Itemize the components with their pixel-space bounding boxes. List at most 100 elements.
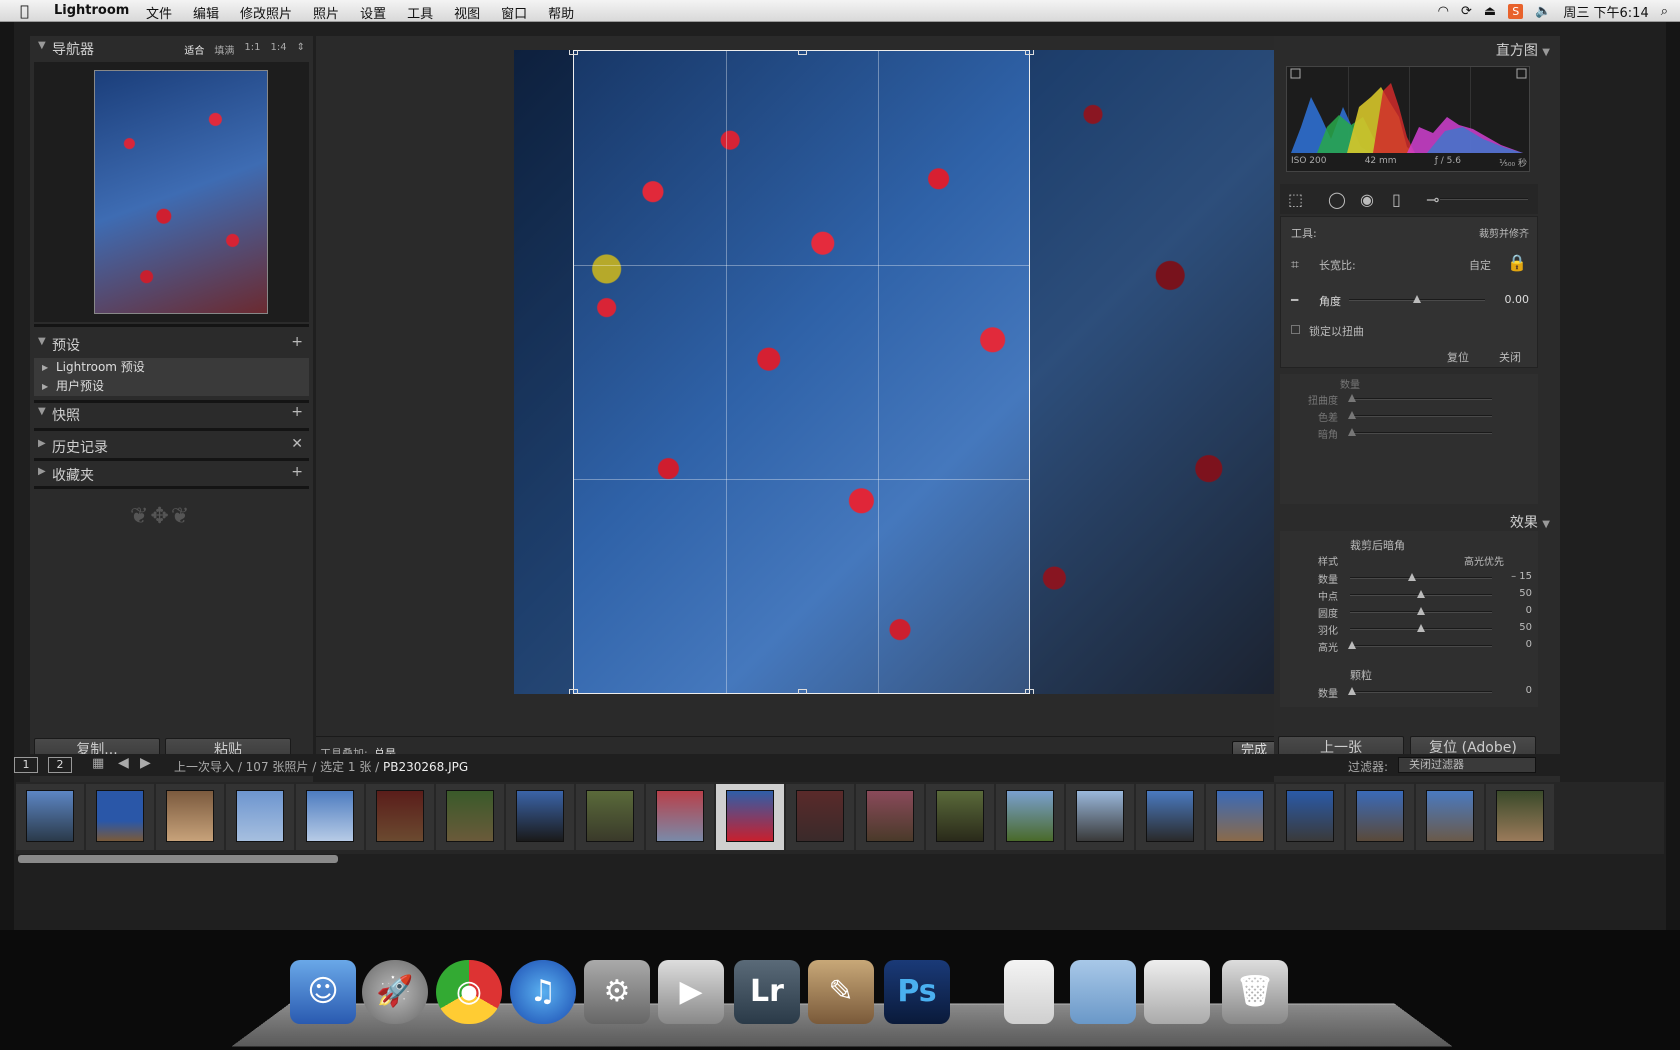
filter-select[interactable]: 关闭过滤器 bbox=[1398, 757, 1536, 773]
launchpad-icon[interactable]: 🚀 bbox=[362, 960, 428, 1024]
navigator-preview[interactable] bbox=[94, 70, 268, 314]
presets-header[interactable]: ▼ 预设 + bbox=[30, 332, 313, 356]
vignette-highlights-value[interactable]: 0 bbox=[1492, 639, 1532, 650]
lens-vignette-slider[interactable] bbox=[1348, 428, 1492, 436]
main-photo[interactable] bbox=[514, 50, 1286, 694]
straighten-tool-icon[interactable]: ━ bbox=[1291, 293, 1298, 307]
vignette-highlights-slider[interactable] bbox=[1348, 641, 1492, 649]
crop-handle-bottom[interactable] bbox=[798, 689, 807, 694]
effects-header[interactable]: 效果 ▼ bbox=[1510, 512, 1550, 532]
crop-handle-bl[interactable] bbox=[569, 689, 578, 694]
ca-slider[interactable] bbox=[1348, 411, 1492, 419]
filmstrip-thumb[interactable] bbox=[786, 784, 854, 850]
vignette-midpoint-slider[interactable] bbox=[1350, 590, 1492, 598]
zoom-1-4[interactable]: 1:4 bbox=[271, 42, 287, 57]
system-preferences-icon[interactable]: ⚙ bbox=[584, 960, 650, 1024]
filmstrip-thumb[interactable] bbox=[926, 784, 994, 850]
slider-knob[interactable] bbox=[1408, 573, 1416, 581]
lock-icon[interactable]: 🔒 bbox=[1507, 253, 1527, 272]
slider-knob[interactable] bbox=[1417, 590, 1425, 598]
filmstrip-thumb[interactable] bbox=[996, 784, 1064, 850]
vignette-roundness-slider[interactable] bbox=[1350, 607, 1492, 615]
app-menu[interactable]: Lightroom bbox=[54, 3, 129, 18]
vignette-midpoint-value[interactable]: 50 bbox=[1492, 588, 1532, 599]
zoom-fill[interactable]: 填满 bbox=[214, 42, 234, 57]
slider-knob[interactable] bbox=[1348, 687, 1356, 695]
slider-knob[interactable] bbox=[1348, 641, 1356, 649]
angle-slider[interactable] bbox=[1349, 295, 1485, 303]
filmstrip-thumb[interactable] bbox=[1346, 784, 1414, 850]
filmstrip-thumb[interactable] bbox=[576, 784, 644, 850]
filmstrip-thumb[interactable] bbox=[1486, 784, 1554, 850]
breadcrumb-filename[interactable]: PB230268.JPG bbox=[383, 760, 468, 774]
menu-photo[interactable]: 照片 bbox=[313, 3, 339, 22]
preset-folder-user[interactable]: 用户预设 bbox=[34, 377, 309, 396]
filmstrip-thumb[interactable] bbox=[156, 784, 224, 850]
vignette-feather-value[interactable]: 50 bbox=[1492, 622, 1532, 633]
vignette-feather-slider[interactable] bbox=[1350, 624, 1492, 632]
crop-handle-top[interactable] bbox=[798, 50, 807, 55]
crop-handle-br[interactable] bbox=[1025, 689, 1034, 694]
vignette-roundness-value[interactable]: 0 bbox=[1492, 605, 1532, 616]
slider-knob[interactable] bbox=[1348, 428, 1356, 436]
monitor-2-button[interactable]: 2 bbox=[48, 757, 72, 773]
filmstrip-thumb[interactable] bbox=[366, 784, 434, 850]
forward-arrow-icon[interactable]: ▶ bbox=[140, 755, 151, 771]
history-header[interactable]: ▶ 历史记录 ✕ bbox=[30, 434, 313, 458]
crop-handle-tl[interactable] bbox=[569, 50, 578, 55]
distortion-slider[interactable] bbox=[1348, 394, 1492, 402]
filmstrip-thumb[interactable] bbox=[506, 784, 574, 850]
menu-edit[interactable]: 编辑 bbox=[193, 3, 219, 22]
menu-settings[interactable]: 设置 bbox=[360, 3, 386, 22]
slider-knob[interactable] bbox=[1413, 295, 1421, 303]
histogram-header[interactable]: 直方图 ▼ bbox=[1496, 40, 1550, 60]
menu-window[interactable]: 窗口 bbox=[501, 3, 527, 22]
filmstrip-thumb[interactable] bbox=[226, 784, 294, 850]
filmstrip-thumb[interactable] bbox=[856, 784, 924, 850]
snapshots-header[interactable]: ▼ 快照 + bbox=[30, 402, 313, 426]
filmstrip-thumb[interactable] bbox=[1416, 784, 1484, 850]
slider-knob[interactable] bbox=[1417, 607, 1425, 615]
adjustment-brush-icon[interactable]: ⊸ bbox=[1426, 190, 1439, 209]
document-stack-icon[interactable] bbox=[1004, 960, 1054, 1024]
itunes-icon[interactable]: ♫ bbox=[510, 960, 576, 1024]
filmstrip-thumb[interactable] bbox=[1066, 784, 1134, 850]
filmstrip-scrollbar[interactable] bbox=[18, 855, 338, 863]
volume-icon[interactable]: 🔈 bbox=[1535, 4, 1551, 19]
constrain-checkbox[interactable] bbox=[1291, 325, 1300, 334]
crop-tool-icon[interactable]: ⬚ bbox=[1288, 190, 1303, 209]
trash-icon[interactable]: 🗑 bbox=[1222, 960, 1288, 1024]
menu-view[interactable]: 视图 bbox=[454, 3, 480, 22]
filmstrip-thumb[interactable] bbox=[86, 784, 154, 850]
lightroom-dock-icon[interactable]: Lr bbox=[734, 960, 800, 1024]
add-preset-icon[interactable]: + bbox=[291, 334, 303, 350]
breadcrumb[interactable]: 上一次导入 / 107 张照片 / 选定 1 张 / PB230268.JPG bbox=[174, 758, 468, 775]
apple-icon[interactable]:  bbox=[20, 2, 29, 20]
filmstrip-thumb[interactable] bbox=[646, 784, 714, 850]
chrome-icon[interactable]: ◉ bbox=[436, 960, 502, 1024]
sync-icon[interactable]: ⟳ bbox=[1461, 4, 1472, 19]
filmstrip-thumb-selected[interactable] bbox=[716, 784, 784, 850]
red-eye-icon[interactable]: ◉ bbox=[1360, 190, 1374, 209]
quicktime-icon[interactable]: ▶ bbox=[658, 960, 724, 1024]
graduated-filter-icon[interactable]: ▯ bbox=[1392, 190, 1401, 209]
slider-knob[interactable] bbox=[1348, 411, 1356, 419]
zoom-stepper-icon[interactable]: ⇕ bbox=[297, 42, 305, 57]
crop-close-button[interactable]: 关闭 bbox=[1499, 349, 1521, 365]
spot-removal-icon[interactable]: ◯ bbox=[1328, 190, 1346, 209]
monitor-1-button[interactable]: 1 bbox=[14, 757, 38, 773]
vignette-amount-slider[interactable] bbox=[1350, 573, 1492, 581]
spotlight-icon[interactable]: ⌕ bbox=[1661, 4, 1668, 19]
slider-knob[interactable] bbox=[1348, 394, 1356, 402]
filmstrip-thumb[interactable] bbox=[1276, 784, 1344, 850]
filmstrip-thumb[interactable] bbox=[16, 784, 84, 850]
brush-size-slider[interactable] bbox=[1440, 198, 1528, 200]
filmstrip-thumb[interactable] bbox=[1136, 784, 1204, 850]
grain-amount-slider[interactable] bbox=[1348, 687, 1492, 695]
zoom-1-1[interactable]: 1:1 bbox=[244, 42, 260, 57]
crop-rectangle[interactable] bbox=[569, 50, 1034, 694]
grid-view-icon[interactable]: ▦ bbox=[92, 756, 104, 771]
histogram[interactable]: ISO 200 42 mm ƒ / 5.6 ¹⁄₅₀₀ 秒 bbox=[1286, 66, 1530, 172]
clock[interactable]: 周三 下午6:14 bbox=[1563, 2, 1648, 21]
menu-tools[interactable]: 工具 bbox=[407, 3, 433, 22]
